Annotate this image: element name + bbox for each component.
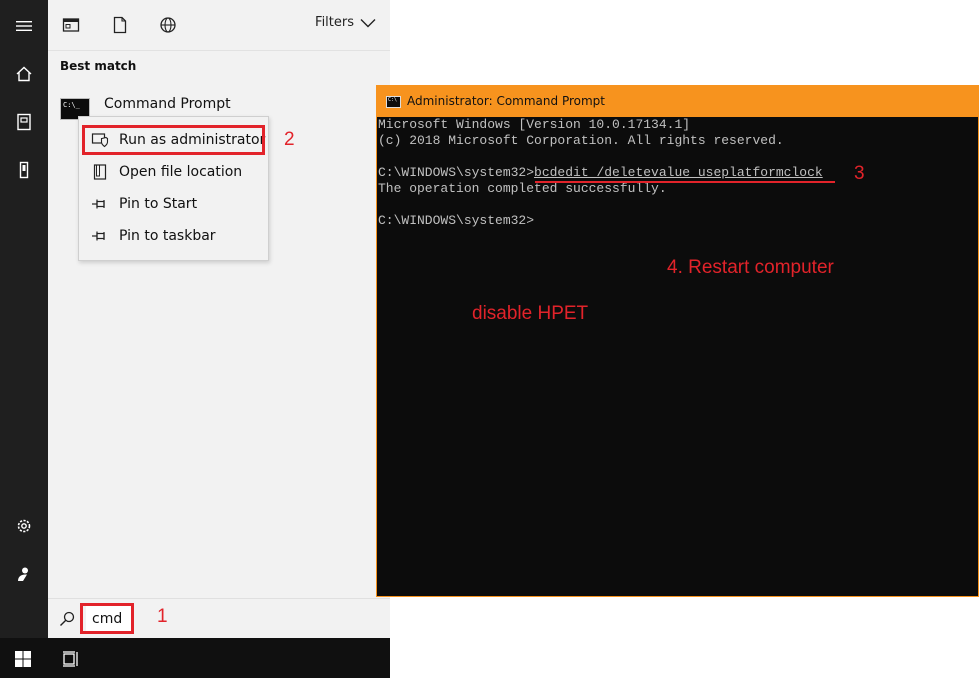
account-icon bbox=[18, 567, 28, 581]
console-line: C:\WINDOWS\system32> bbox=[378, 213, 535, 228]
window-title: Administrator: Command Prompt bbox=[407, 94, 605, 108]
open-file-location-item[interactable]: Open file location bbox=[79, 156, 268, 188]
document-icon bbox=[113, 16, 127, 34]
windows-logo-icon bbox=[15, 651, 31, 667]
step-3-label: 3 bbox=[854, 163, 865, 184]
console-line: Microsoft Windows [Version 10.0.17134.1] bbox=[378, 117, 691, 132]
globe-icon bbox=[160, 17, 176, 33]
documents-button[interactable] bbox=[0, 98, 48, 146]
device-button[interactable] bbox=[0, 146, 48, 194]
web-filter-button[interactable] bbox=[159, 16, 177, 34]
run-as-admin-highlight bbox=[82, 125, 265, 155]
pin-icon bbox=[91, 227, 109, 245]
command-highlight-underline bbox=[535, 181, 835, 183]
console-line: (c) 2018 Microsoft Corporation. All righ… bbox=[378, 133, 784, 148]
hamburger-menu-button[interactable] bbox=[0, 2, 48, 50]
console-command: bcdedit /deletevalue useplatformclock bbox=[534, 165, 823, 180]
step-2-label: 2 bbox=[284, 129, 295, 150]
start-menu-rail bbox=[0, 0, 48, 638]
pin-to-taskbar-label: Pin to taskbar bbox=[119, 228, 216, 244]
file-icon bbox=[91, 163, 109, 181]
pin-to-start-label: Pin to Start bbox=[119, 196, 198, 212]
disable-hpet-note: disable HPET bbox=[472, 303, 589, 324]
pin-to-start-item[interactable]: Pin to Start bbox=[79, 188, 268, 220]
step-1-label: 1 bbox=[157, 606, 168, 627]
hamburger-icon bbox=[16, 21, 32, 31]
console-prompt: C:\WINDOWS\system32> bbox=[378, 165, 535, 180]
task-view-icon bbox=[63, 651, 78, 667]
task-view-button[interactable] bbox=[62, 650, 80, 668]
pin-to-taskbar-item[interactable]: Pin to taskbar bbox=[79, 220, 268, 252]
search-results-panel: Filters Best match C:\_ Command Prompt bbox=[48, 0, 390, 598]
settings-button[interactable] bbox=[0, 502, 48, 550]
command-prompt-title-icon: C:\ bbox=[386, 96, 401, 108]
step-4-label: 4. Restart computer bbox=[667, 257, 834, 278]
apps-filter-icon bbox=[62, 18, 80, 32]
command-prompt-titlebar[interactable]: C:\ Administrator: Command Prompt bbox=[377, 86, 978, 117]
command-prompt-window: C:\ Administrator: Command Prompt Micros… bbox=[376, 85, 979, 597]
console-output[interactable]: Microsoft Windows [Version 10.0.17134.1]… bbox=[377, 117, 978, 229]
search-icon bbox=[58, 610, 76, 628]
open-file-location-label: Open file location bbox=[119, 164, 243, 180]
best-match-heading: Best match bbox=[60, 59, 137, 73]
documents-icon bbox=[17, 113, 31, 131]
account-button[interactable] bbox=[0, 550, 48, 598]
device-icon bbox=[19, 161, 29, 179]
pin-icon bbox=[91, 195, 109, 213]
filters-label: Filters bbox=[315, 15, 354, 30]
home-icon bbox=[16, 66, 32, 82]
console-command-line: C:\WINDOWS\system32>bcdedit /deletevalue… bbox=[377, 165, 978, 181]
result-title: Command Prompt bbox=[104, 96, 231, 112]
windows-start-button[interactable] bbox=[14, 650, 32, 668]
settings-gear-icon bbox=[17, 519, 31, 533]
console-line: The operation completed successfully. bbox=[378, 181, 667, 196]
search-filter-bar: Filters bbox=[48, 0, 390, 51]
home-button[interactable] bbox=[0, 50, 48, 98]
filters-dropdown[interactable]: Filters bbox=[315, 15, 376, 30]
documents-filter-button[interactable] bbox=[111, 16, 129, 34]
chevron-down-icon bbox=[360, 18, 376, 27]
apps-filter-button[interactable] bbox=[62, 16, 80, 34]
taskbar bbox=[0, 638, 390, 678]
search-input-highlight bbox=[80, 603, 134, 634]
